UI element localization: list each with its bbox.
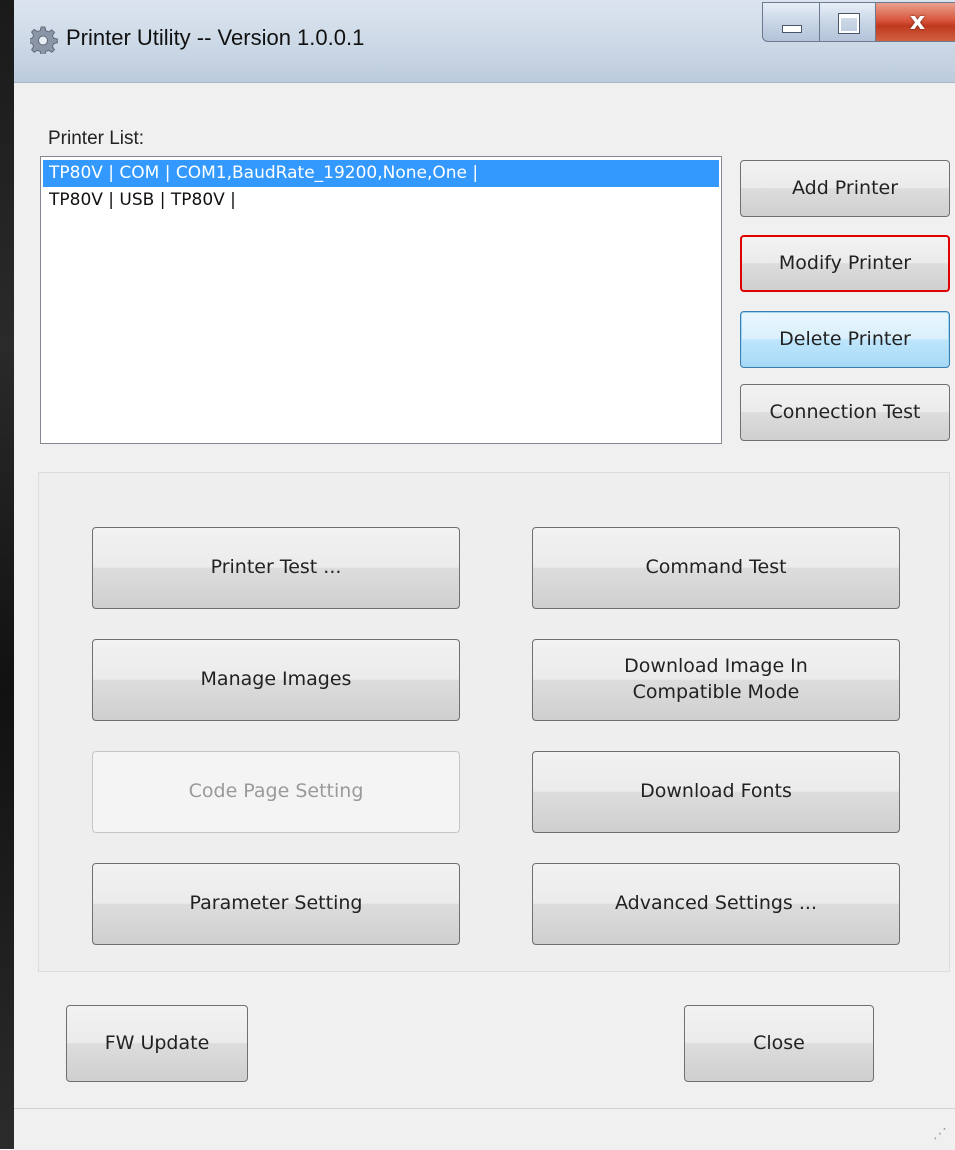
connection-test-button[interactable]: Connection Test xyxy=(740,384,950,441)
download-image-label-line2: Compatible Mode xyxy=(632,681,800,703)
download-image-compatible-button[interactable]: Download Image In Compatible Mode xyxy=(532,639,900,721)
close-window-button[interactable]: x xyxy=(876,2,955,42)
gear-icon xyxy=(28,26,58,56)
minimize-button[interactable] xyxy=(762,2,820,42)
fw-update-button[interactable]: FW Update xyxy=(66,1005,248,1082)
code-page-setting-button: Code Page Setting xyxy=(92,751,460,833)
printer-utility-window: Printer Utility -- Version 1.0.0.1 x Pri… xyxy=(0,0,955,1150)
delete-printer-button[interactable]: Delete Printer xyxy=(740,311,950,368)
printer-test-button[interactable]: Printer Test ... xyxy=(92,527,460,609)
window-title: Printer Utility -- Version 1.0.0.1 xyxy=(66,25,365,50)
manage-images-button[interactable]: Manage Images xyxy=(92,639,460,721)
maximize-button[interactable] xyxy=(820,2,876,42)
title-bar[interactable]: Printer Utility -- Version 1.0.0.1 x xyxy=(14,0,955,83)
minimize-icon xyxy=(782,25,802,33)
printer-list-label: Printer List: xyxy=(48,128,145,149)
command-test-button[interactable]: Command Test xyxy=(532,527,900,609)
close-button[interactable]: Close xyxy=(684,1005,874,1082)
status-bar: ⋰ xyxy=(14,1108,955,1150)
parameter-setting-button[interactable]: Parameter Setting xyxy=(92,863,460,945)
printer-list[interactable]: TP80V | COM | COM1,BaudRate_19200,None,O… xyxy=(40,156,722,444)
resize-grip-icon[interactable]: ⋰ xyxy=(933,1126,947,1142)
add-printer-button[interactable]: Add Printer xyxy=(740,160,950,217)
caption-buttons: x xyxy=(762,2,955,44)
maximize-icon xyxy=(838,13,860,34)
window-left-edge xyxy=(0,0,14,1149)
close-icon: x xyxy=(909,7,926,35)
advanced-settings-button[interactable]: Advanced Settings ... xyxy=(532,863,900,945)
download-fonts-button[interactable]: Download Fonts xyxy=(532,751,900,833)
printer-list-item-usb[interactable]: TP80V | USB | TP80V | xyxy=(43,187,719,214)
modify-printer-button[interactable]: Modify Printer xyxy=(740,235,950,292)
printer-list-item-com[interactable]: TP80V | COM | COM1,BaudRate_19200,None,O… xyxy=(43,160,719,187)
download-image-label-line1: Download Image In xyxy=(624,655,808,678)
